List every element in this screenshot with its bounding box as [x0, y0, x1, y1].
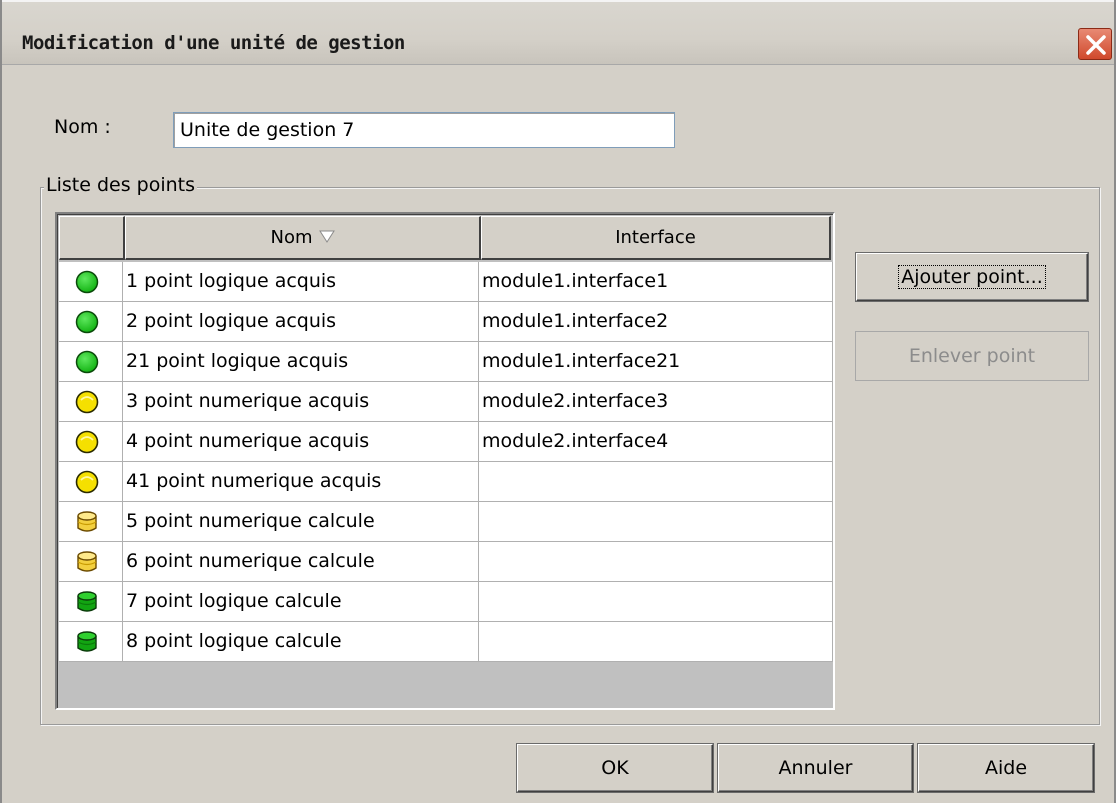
row-interface-cell — [479, 582, 833, 622]
row-interface-cell — [479, 542, 833, 582]
row-nom-cell: 5 point numerique calcule — [123, 502, 479, 542]
row-nom-cell: 2 point logique acquis — [123, 302, 479, 342]
table-row[interactable]: 1 point logique acquis module1.interface1 — [59, 262, 833, 302]
row-interface-cell — [479, 622, 833, 662]
close-icon — [1086, 35, 1106, 55]
table-row[interactable]: 21 point logique acquis module1.interface… — [59, 342, 833, 382]
row-icon-cell — [59, 462, 123, 502]
row-icon-cell — [59, 422, 123, 462]
ok-button[interactable]: OK — [517, 744, 713, 792]
row-nom-cell: 8 point logique calcule — [123, 622, 479, 662]
row-icon-cell — [59, 622, 123, 662]
table-header: Nom Interface — [59, 216, 831, 260]
row-icon-cell — [59, 502, 123, 542]
help-button[interactable]: Aide — [918, 744, 1094, 792]
row-interface-cell: module2.interface4 — [479, 422, 833, 462]
points-group-title: Liste des points — [44, 174, 197, 196]
table-row[interactable]: 2 point logique acquis module1.interface2 — [59, 302, 833, 342]
row-interface-cell: module1.interface2 — [479, 302, 833, 342]
row-nom-cell: 7 point logique calcule — [123, 582, 479, 622]
table-row[interactable]: 8 point logique calcule — [59, 622, 833, 662]
row-nom-cell: 6 point numerique calcule — [123, 542, 479, 582]
row-icon-cell — [59, 382, 123, 422]
window-title: Modification d'une unité de gestion — [22, 32, 405, 54]
row-interface-cell: module1.interface21 — [479, 342, 833, 382]
title-bar[interactable]: Modification d'une unité de gestion — [2, 0, 1114, 65]
row-nom-cell: 21 point logique acquis — [123, 342, 479, 382]
row-icon-cell — [59, 542, 123, 582]
row-icon-cell — [59, 302, 123, 342]
table-row[interactable]: 4 point numerique acquis module2.interfac… — [59, 422, 833, 462]
column-header-nom[interactable]: Nom — [125, 216, 481, 260]
table-row[interactable]: 41 point numerique acquis — [59, 462, 833, 502]
remove-point-button[interactable]: Enlever point — [856, 332, 1088, 380]
points-table[interactable]: Nom Interface 1 point logique acquis modu… — [55, 212, 835, 710]
row-interface-cell — [479, 502, 833, 542]
row-nom-cell: 3 point numerique acquis — [123, 382, 479, 422]
name-input[interactable]: Unite de gestion 7 — [173, 112, 675, 148]
cancel-button[interactable]: Annuler — [718, 744, 913, 792]
name-label: Nom : — [54, 116, 111, 138]
table-row[interactable]: 5 point numerique calcule — [59, 502, 833, 542]
row-interface-cell — [479, 462, 833, 502]
add-point-button[interactable]: Ajouter point... — [856, 253, 1088, 301]
dialog-window: Modification d'une unité de gestion Nom … — [0, 0, 1116, 803]
table-row[interactable]: 6 point numerique calcule — [59, 542, 833, 582]
row-nom-cell: 1 point logique acquis — [123, 262, 479, 302]
row-interface-cell: module2.interface3 — [479, 382, 833, 422]
row-interface-cell: module1.interface1 — [479, 262, 833, 302]
table-row[interactable]: 7 point logique calcule — [59, 582, 833, 622]
column-header-icon[interactable] — [59, 216, 125, 260]
row-icon-cell — [59, 342, 123, 382]
column-header-interface[interactable]: Interface — [481, 216, 831, 260]
row-nom-cell: 41 point numerique acquis — [123, 462, 479, 502]
sort-descending-icon — [318, 217, 335, 259]
table-row[interactable]: 3 point numerique acquis module2.interfac… — [59, 382, 833, 422]
row-nom-cell: 4 point numerique acquis — [123, 422, 479, 462]
close-button[interactable] — [1078, 28, 1112, 60]
row-icon-cell — [59, 262, 123, 302]
row-icon-cell — [59, 582, 123, 622]
